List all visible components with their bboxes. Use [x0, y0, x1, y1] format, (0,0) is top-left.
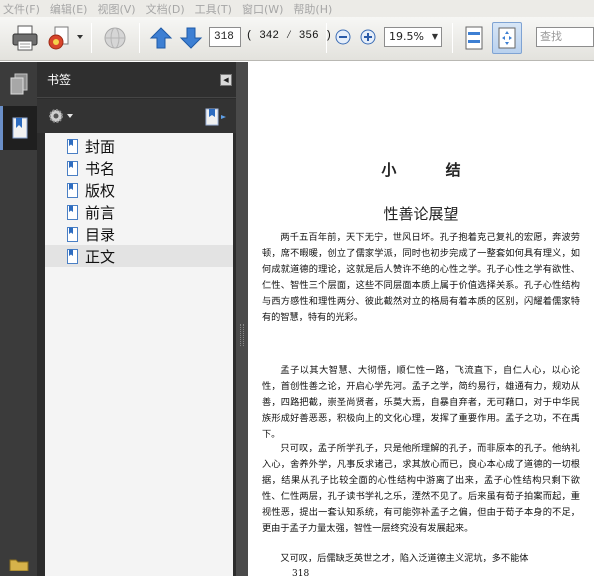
bookmark-item-title[interactable]: 书名 [45, 157, 233, 179]
zoom-value: 19.5% [389, 30, 424, 43]
email-button[interactable] [48, 24, 74, 52]
chevron-down-icon: ▼ [431, 32, 438, 41]
menu-file[interactable]: 文件(F) [3, 1, 40, 17]
menu-document[interactable]: 文档(D) [146, 1, 185, 17]
menu-edit[interactable]: 编辑(E) [50, 1, 88, 17]
bookmark-item-preface[interactable]: 前言 [45, 201, 233, 223]
bookmark-icon [67, 138, 78, 154]
fit-width-button[interactable] [492, 22, 522, 54]
document-view[interactable]: 小 结 性善论展望 两千五百年前，天下无宁，世风日坏。孔子抱着克己复礼的宏愿，奔… [248, 62, 594, 576]
bookmark-item-cover[interactable]: 封面 [45, 135, 233, 157]
splitter-grip[interactable] [240, 324, 244, 346]
menu-window[interactable]: 窗口(W) [242, 1, 283, 17]
print-icon [12, 25, 38, 51]
bookmarks-panel-header: 书签 ◀ [37, 62, 236, 98]
new-bookmark-icon [205, 108, 226, 126]
share-button[interactable] [101, 24, 129, 52]
bookmark-icon [67, 160, 78, 176]
folder-icon [9, 559, 28, 571]
fit-page-icon [465, 26, 483, 50]
fit-page-button[interactable] [462, 24, 486, 52]
chevron-left-icon: ◀ [223, 76, 229, 84]
bookmark-icon [67, 204, 78, 220]
previous-page-button[interactable] [149, 26, 173, 50]
email-icon [48, 26, 69, 50]
navigation-strip [0, 62, 37, 576]
chevron-down-icon [77, 35, 83, 39]
bookmark-item-contents[interactable]: 目录 [45, 223, 233, 245]
page-count: ( 342 ⁄ 356 ) [246, 30, 332, 42]
bookmark-label: 书名 [85, 159, 116, 178]
bookmark-list: 封面 书名 版权 前言 目录 正文 [45, 133, 233, 576]
body-paragraph: 又可叹，后儒缺乏英世之才，陷入泛道德主义泥坑，多不能体 [280, 553, 529, 564]
bookmark-label: 封面 [85, 137, 116, 156]
print-button[interactable] [10, 23, 40, 53]
bookmarks-panel-button[interactable] [0, 106, 37, 150]
bookmark-item-copyright[interactable]: 版权 [45, 179, 233, 201]
panel-splitter[interactable] [236, 62, 248, 576]
search-input[interactable]: 查找 [536, 27, 594, 47]
chapter-title: 小 结 [381, 161, 483, 179]
arrow-up-icon [149, 27, 173, 49]
gear-icon [49, 109, 73, 123]
menu-help[interactable]: 帮助(H) [293, 1, 332, 17]
zoom-in-button[interactable] [360, 29, 376, 45]
zoom-in-icon [360, 29, 376, 45]
bookmark-icon [67, 182, 78, 198]
zoom-out-icon [335, 29, 351, 45]
bookmarks-toolbar [37, 99, 236, 133]
new-bookmark-button[interactable] [204, 107, 228, 127]
body-paragraph: 两千五百年前，天下无宁，世风日坏。孔子抱着克己复礼的宏愿，奔波劳顿，席不暇暖，创… [262, 232, 580, 323]
bookmark-icon [67, 226, 78, 242]
menu-tools[interactable]: 工具(T) [195, 1, 232, 17]
body-paragraph: 孟子以其大智慧、大彻悟，顺仁性一路，飞流直下，自仁人心，以心论性，首创性善之论，… [262, 365, 580, 440]
bookmark-icon [12, 117, 28, 139]
bookmark-label: 正文 [85, 247, 116, 266]
arrow-down-icon [179, 27, 203, 49]
bookmark-label: 前言 [85, 203, 116, 222]
fit-width-icon [498, 27, 516, 49]
email-dropdown[interactable] [76, 31, 84, 41]
pages-panel-button[interactable] [0, 62, 37, 106]
body-paragraph: 只可叹，孟子所学孔子，只是他所理解的孔子，而非原本的孔子。他纳礼入心，舍养外学，… [262, 443, 580, 534]
menu-view[interactable]: 视图(V) [97, 1, 135, 17]
chapter-subtitle: 性善论展望 [383, 205, 459, 223]
zoom-out-button[interactable] [335, 29, 351, 45]
attachments-button[interactable] [0, 552, 37, 576]
bookmark-label: 版权 [85, 181, 116, 200]
zoom-select[interactable]: 19.5% ▼ [384, 27, 442, 47]
panel-title: 书签 [47, 73, 72, 87]
menu-bar: 文件(F) 编辑(E) 视图(V) 文档(D) 工具(T) 窗口(W) 帮助(H… [0, 0, 594, 17]
bookmark-icon [67, 248, 78, 264]
page-number-footer: 318 [292, 569, 310, 576]
bookmark-item-main-text[interactable]: 正文 [45, 245, 233, 267]
toolbar: 318 ( 342 ⁄ 356 ) 19.5% ▼ 查找 [0, 17, 594, 61]
collapse-panel-button[interactable]: ◀ [220, 74, 232, 86]
options-button[interactable] [47, 107, 75, 125]
pages-icon [10, 73, 27, 95]
globe-icon [104, 27, 126, 49]
next-page-button[interactable] [179, 26, 203, 50]
page-number-input[interactable]: 318 [209, 27, 241, 47]
bookmarks-panel: 书签 ◀ 封面 书名 版权 前言 目录 正文 [37, 62, 236, 576]
bookmark-label: 目录 [85, 225, 116, 244]
